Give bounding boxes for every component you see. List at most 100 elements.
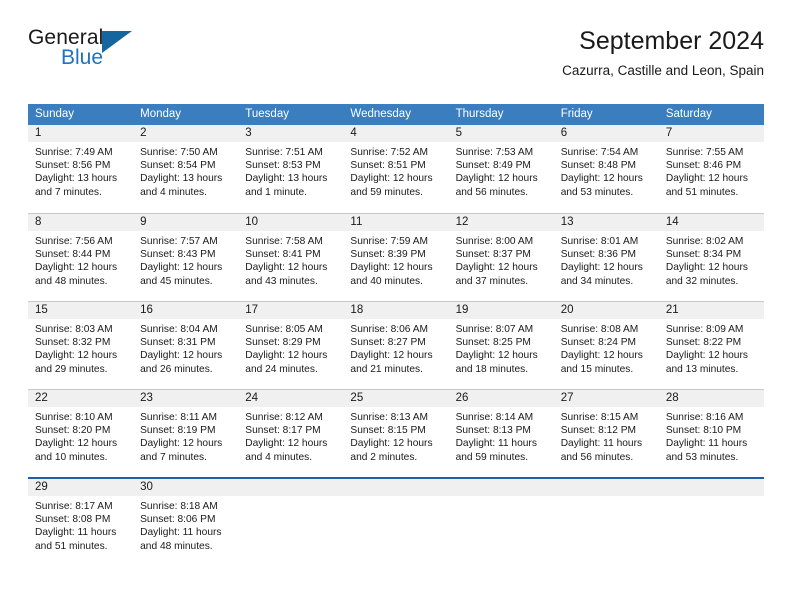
day-cell[interactable]: 14 Sunrise: 8:02 AM Sunset: 8:34 PM Dayl…: [658, 214, 764, 301]
sunrise-text: Sunrise: 8:02 AM: [665, 236, 744, 247]
day-details: Sunrise: 8:17 AM Sunset: 8:08 PM Dayligh…: [28, 496, 133, 553]
day-number: 26: [448, 390, 554, 407]
day-cell[interactable]: 18 Sunrise: 8:06 AM Sunset: 8:27 PM Dayl…: [343, 302, 449, 389]
sunset-text: Sunset: 8:27 PM: [350, 337, 426, 349]
sunset-text: Sunset: 8:08 PM: [35, 514, 111, 526]
weekday-header-row: Sunday Monday Tuesday Wednesday Thursday…: [28, 104, 764, 125]
day-details: Sunrise: 8:12 AM Sunset: 8:17 PM Dayligh…: [238, 407, 343, 464]
day-cell[interactable]: 20 Sunrise: 8:08 AM Sunset: 8:24 PM Dayl…: [553, 302, 659, 389]
day-cell[interactable]: 26 Sunrise: 8:14 AM Sunset: 8:13 PM Dayl…: [448, 390, 554, 477]
daylight-text-line2: and 7 minutes.: [140, 451, 207, 463]
day-details: Sunrise: 8:02 AM Sunset: 8:34 PM Dayligh…: [659, 231, 764, 288]
day-cell[interactable]: 17 Sunrise: 8:05 AM Sunset: 8:29 PM Dayl…: [238, 302, 344, 389]
day-details: Sunrise: 8:15 AM Sunset: 8:12 PM Dayligh…: [554, 407, 659, 464]
sunset-text: Sunset: 8:15 PM: [350, 425, 426, 437]
daylight-text-line2: and 56 minutes.: [560, 451, 634, 463]
day-number: 1: [28, 125, 134, 142]
sunrise-text: Sunrise: 8:12 AM: [245, 412, 323, 423]
day-number: 21: [658, 302, 764, 319]
daylight-text-line1: Daylight: 12 hours: [560, 350, 643, 362]
day-cell-empty: [553, 479, 659, 561]
day-cell[interactable]: 9 Sunrise: 7:57 AM Sunset: 8:43 PM Dayli…: [133, 214, 239, 301]
sunrise-text: Sunrise: 7:52 AM: [350, 147, 429, 158]
daylight-text-line1: Daylight: 12 hours: [245, 262, 328, 274]
day-cell[interactable]: 11 Sunrise: 7:59 AM Sunset: 8:39 PM Dayl…: [343, 214, 449, 301]
day-cell[interactable]: 25 Sunrise: 8:13 AM Sunset: 8:15 PM Dayl…: [343, 390, 449, 477]
day-number: 15: [28, 302, 134, 319]
day-cell[interactable]: 19 Sunrise: 8:07 AM Sunset: 8:25 PM Dayl…: [448, 302, 554, 389]
daylight-text-line2: and 53 minutes.: [560, 186, 634, 198]
day-number: 17: [238, 302, 344, 319]
day-cell[interactable]: 21 Sunrise: 8:09 AM Sunset: 8:22 PM Dayl…: [658, 302, 764, 389]
sunset-text: Sunset: 8:44 PM: [35, 249, 111, 261]
day-number: 19: [448, 302, 554, 319]
day-cell[interactable]: 4 Sunrise: 7:52 AM Sunset: 8:51 PM Dayli…: [343, 125, 449, 213]
sunset-text: Sunset: 8:24 PM: [560, 337, 637, 349]
day-cell[interactable]: 27 Sunrise: 8:15 AM Sunset: 8:12 PM Dayl…: [553, 390, 659, 477]
sunset-text: Sunset: 8:12 PM: [560, 425, 637, 437]
daylight-text-line1: Daylight: 12 hours: [245, 438, 328, 450]
daylight-text-line2: and 18 minutes.: [455, 363, 529, 375]
day-cell[interactable]: 29 Sunrise: 8:17 AM Sunset: 8:08 PM Dayl…: [28, 479, 134, 561]
daylight-text-line1: Daylight: 12 hours: [350, 262, 433, 274]
calendar-page: General Blue September 2024 Cazurra, Cas…: [0, 0, 792, 612]
day-cell[interactable]: 12 Sunrise: 8:00 AM Sunset: 8:37 PM Dayl…: [448, 214, 554, 301]
day-cell[interactable]: 1 Sunrise: 7:49 AM Sunset: 8:56 PM Dayli…: [28, 125, 134, 213]
sunrise-text: Sunrise: 8:08 AM: [560, 324, 639, 335]
day-cell[interactable]: 24 Sunrise: 8:12 AM Sunset: 8:17 PM Dayl…: [238, 390, 344, 477]
day-cell[interactable]: 22 Sunrise: 8:10 AM Sunset: 8:20 PM Dayl…: [28, 390, 134, 477]
day-cell[interactable]: 28 Sunrise: 8:16 AM Sunset: 8:10 PM Dayl…: [658, 390, 764, 477]
day-number: 28: [658, 390, 764, 407]
day-number: 13: [553, 214, 659, 231]
day-cell[interactable]: 13 Sunrise: 8:01 AM Sunset: 8:36 PM Dayl…: [553, 214, 659, 301]
sunset-text: Sunset: 8:10 PM: [665, 425, 742, 437]
day-details: Sunrise: 7:56 AM Sunset: 8:44 PM Dayligh…: [28, 231, 133, 288]
weekday-header-thursday: Thursday: [455, 108, 504, 120]
general-blue-logo[interactable]: General Blue: [28, 26, 228, 82]
day-cell[interactable]: 2 Sunrise: 7:50 AM Sunset: 8:54 PM Dayli…: [133, 125, 239, 213]
day-cell-empty: [238, 479, 344, 561]
daylight-text-line2: and 34 minutes.: [560, 275, 634, 287]
day-cell[interactable]: 15 Sunrise: 8:03 AM Sunset: 8:32 PM Dayl…: [28, 302, 134, 389]
day-cell[interactable]: 30 Sunrise: 8:18 AM Sunset: 8:06 PM Dayl…: [133, 479, 239, 561]
day-cell[interactable]: 5 Sunrise: 7:53 AM Sunset: 8:49 PM Dayli…: [448, 125, 554, 213]
day-cell[interactable]: 10 Sunrise: 7:58 AM Sunset: 8:41 PM Dayl…: [238, 214, 344, 301]
day-number: 27: [553, 390, 659, 407]
day-number: 3: [238, 125, 344, 142]
daylight-text-line2: and 13 minutes.: [665, 363, 739, 375]
day-number: 10: [238, 214, 344, 231]
day-cell[interactable]: 7 Sunrise: 7:55 AM Sunset: 8:46 PM Dayli…: [658, 125, 764, 213]
sunset-text: Sunset: 8:36 PM: [560, 249, 637, 261]
daylight-text-line1: Daylight: 11 hours: [455, 438, 537, 450]
daylight-text-line1: Daylight: 12 hours: [140, 350, 223, 362]
day-cell[interactable]: 3 Sunrise: 7:51 AM Sunset: 8:53 PM Dayli…: [238, 125, 344, 213]
sunset-text: Sunset: 8:54 PM: [140, 160, 216, 172]
day-cell[interactable]: 6 Sunrise: 7:54 AM Sunset: 8:48 PM Dayli…: [553, 125, 659, 213]
daylight-text-line1: Daylight: 12 hours: [140, 262, 223, 274]
sunrise-text: Sunrise: 7:59 AM: [350, 236, 429, 247]
day-number: 24: [238, 390, 344, 407]
sunset-text: Sunset: 8:46 PM: [665, 160, 742, 172]
day-details: Sunrise: 7:51 AM Sunset: 8:53 PM Dayligh…: [238, 142, 343, 199]
day-number: 22: [28, 390, 134, 407]
daylight-text-line1: Daylight: 12 hours: [140, 438, 223, 450]
day-number: 20: [553, 302, 659, 319]
day-cell[interactable]: 8 Sunrise: 7:56 AM Sunset: 8:44 PM Dayli…: [28, 214, 134, 301]
day-cell[interactable]: 23 Sunrise: 8:11 AM Sunset: 8:19 PM Dayl…: [133, 390, 239, 477]
day-details: Sunrise: 8:13 AM Sunset: 8:15 PM Dayligh…: [343, 407, 448, 464]
daylight-text-line2: and 2 minutes.: [350, 451, 418, 463]
sunrise-text: Sunrise: 7:55 AM: [665, 147, 744, 158]
day-details: Sunrise: 7:55 AM Sunset: 8:46 PM Dayligh…: [659, 142, 764, 199]
sunset-text: Sunset: 8:17 PM: [245, 425, 321, 437]
day-cell-empty: [448, 479, 554, 561]
daylight-text-line2: and 59 minutes.: [455, 451, 529, 463]
sunset-text: Sunset: 8:25 PM: [455, 337, 531, 349]
sunrise-text: Sunrise: 7:58 AM: [245, 236, 323, 247]
day-cell[interactable]: 16 Sunrise: 8:04 AM Sunset: 8:31 PM Dayl…: [133, 302, 239, 389]
sunset-text: Sunset: 8:06 PM: [140, 514, 216, 526]
day-number: [658, 479, 764, 496]
day-number: [448, 479, 554, 496]
daylight-text-line1: Daylight: 11 hours: [560, 438, 643, 450]
sunrise-text: Sunrise: 8:06 AM: [350, 324, 429, 335]
daylight-text-line1: Daylight: 13 hours: [140, 173, 223, 185]
